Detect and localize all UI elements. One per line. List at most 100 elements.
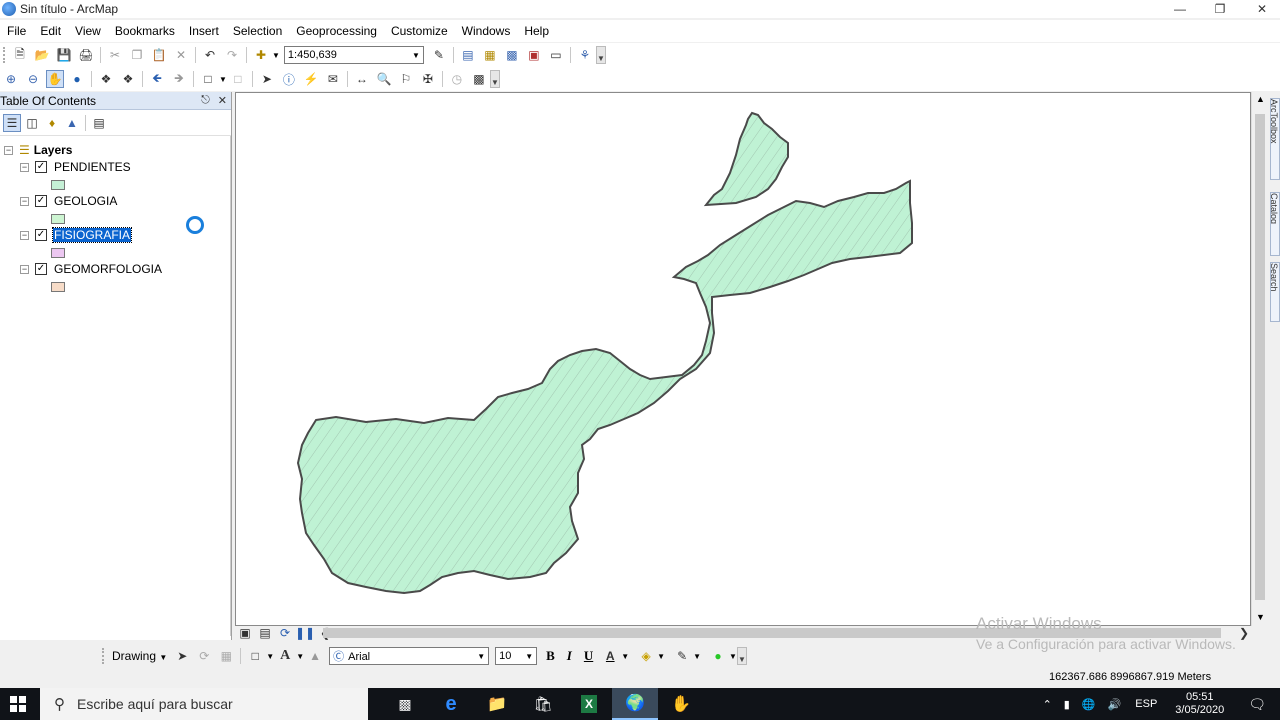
chevron-down-icon[interactable]: ▼	[477, 652, 485, 661]
collapse-icon[interactable]: −	[20, 264, 29, 274]
layer-item-fisiografia[interactable]: − ✓ FISIOGRAFIA	[20, 227, 133, 243]
fill-color-dropdown-icon[interactable]: ▼	[657, 652, 665, 661]
save-icon[interactable]: 💾	[55, 46, 73, 64]
full-extent-icon[interactable]: ●	[68, 70, 86, 88]
python-window-icon[interactable]: ▭	[547, 46, 565, 64]
go-to-xy-icon[interactable]: ✠	[419, 70, 437, 88]
layer-symbol-swatch[interactable]	[51, 282, 65, 292]
back-arrow-icon[interactable]: 🡸	[148, 70, 166, 88]
layer-item-geomorfologia[interactable]: − ✓ GEOMORFOLOGIA	[20, 261, 163, 277]
vertical-scroll-thumb[interactable]	[1255, 114, 1265, 600]
rotate-icon[interactable]: ⟳	[195, 647, 213, 665]
edit-vertices-icon[interactable]: ▲	[306, 647, 324, 665]
visibility-checkbox[interactable]: ✓	[35, 161, 47, 173]
add-data-icon[interactable]: ✚	[252, 46, 270, 64]
layer-symbol-swatch[interactable]	[51, 214, 65, 224]
add-data-dropdown-icon[interactable]: ▼	[272, 51, 280, 60]
visibility-checkbox[interactable]: ✓	[35, 195, 47, 207]
line-color-dropdown-icon[interactable]: ▼	[693, 652, 701, 661]
task-view-icon[interactable]: ▩	[382, 688, 428, 720]
layer-name-selected[interactable]: FISIOGRAFIA	[51, 227, 133, 243]
font-combo[interactable]: Ⓒ Arial ▼	[329, 647, 490, 665]
font-color-dropdown-icon[interactable]: ▼	[621, 652, 629, 661]
select-elements-icon[interactable]: ➤	[258, 70, 276, 88]
editor-toolbar-icon[interactable]: ✎	[430, 46, 448, 64]
marker-color-icon[interactable]: ●	[709, 647, 727, 665]
select-features-dropdown-icon[interactable]: ▼	[219, 75, 227, 84]
time-slider-icon[interactable]: ◷	[448, 70, 466, 88]
map-canvas[interactable]	[236, 93, 1250, 625]
list-by-visibility-icon[interactable]: ♦	[43, 114, 61, 132]
menu-windows[interactable]: Windows	[455, 24, 518, 38]
layer-symbol-swatch[interactable]	[51, 180, 65, 190]
maximize-button[interactable]: ❐	[1198, 0, 1242, 18]
select-features-icon[interactable]: □	[199, 70, 217, 88]
close-button[interactable]: ✕	[1240, 0, 1280, 18]
font-size-combo[interactable]: 10 ▼	[495, 647, 538, 665]
store-icon[interactable]: 🛍	[520, 688, 566, 720]
search-window-icon[interactable]: ▩	[503, 46, 521, 64]
layer-item-geologia[interactable]: − ✓ GEOLOGIA	[20, 193, 118, 209]
visibility-checkbox[interactable]: ✓	[35, 263, 47, 275]
layer-item-pendientes[interactable]: − ✓ PENDIENTES	[20, 159, 132, 175]
options-icon[interactable]: ▤	[90, 114, 108, 132]
rectangle-icon[interactable]: □	[246, 647, 264, 665]
menu-bookmarks[interactable]: Bookmarks	[108, 24, 182, 38]
arctoolbox-icon[interactable]: ▣	[525, 46, 543, 64]
menu-help[interactable]: Help	[517, 24, 556, 38]
font-color-icon[interactable]: A	[601, 647, 619, 665]
map-scale-combo[interactable]: 1:450,639 ▼	[283, 46, 424, 64]
close-icon[interactable]: ✕	[218, 94, 227, 107]
collapse-icon[interactable]: −	[20, 162, 29, 172]
toolbar-grip[interactable]	[102, 648, 105, 664]
collapse-icon[interactable]: −	[4, 145, 13, 155]
open-folder-icon[interactable]: 📂	[33, 46, 51, 64]
toolbar-grip[interactable]	[3, 47, 6, 63]
fixed-zoom-out-icon[interactable]: ❖	[119, 70, 137, 88]
zoom-to-selected-elements-icon[interactable]: ▦	[217, 647, 235, 665]
visibility-checkbox[interactable]: ✓	[35, 229, 47, 241]
pin-icon[interactable]: ⎋	[201, 94, 210, 107]
copy-icon[interactable]: ❐	[128, 46, 146, 64]
notifications-icon[interactable]: 🗨	[1248, 696, 1266, 713]
collapse-icon[interactable]: −	[20, 230, 29, 240]
catalog-window-icon[interactable]: ▦	[481, 46, 499, 64]
fill-color-icon[interactable]: ◈	[637, 647, 655, 665]
text-tool-icon[interactable]: A	[276, 647, 294, 665]
line-color-icon[interactable]: ✎	[673, 647, 691, 665]
list-by-drawing-order-icon[interactable]: ☰	[3, 113, 21, 132]
fixed-zoom-in-icon[interactable]: ❖	[97, 70, 115, 88]
map-display[interactable]	[235, 92, 1251, 626]
toolbar-overflow-button[interactable]: ▼	[489, 70, 500, 88]
hyperlink-icon[interactable]: ⚡	[302, 70, 320, 88]
file-explorer-icon[interactable]: 📁	[474, 688, 520, 720]
create-viewer-window-icon[interactable]: ▩	[470, 70, 488, 88]
excel-icon[interactable]: X	[566, 688, 612, 720]
layers-root[interactable]: − ☰ Layers	[4, 142, 72, 158]
scroll-up-icon[interactable]: ▲	[1256, 94, 1265, 104]
clear-selection-icon[interactable]: □	[229, 70, 247, 88]
rectangle-dropdown-icon[interactable]: ▼	[266, 652, 274, 661]
undo-icon[interactable]: ↶	[201, 46, 219, 64]
catalog-tab[interactable]: Catalog	[1270, 192, 1280, 256]
redo-icon[interactable]: ↷	[223, 46, 241, 64]
delete-icon[interactable]: ✕	[172, 46, 190, 64]
forward-arrow-icon[interactable]: 🡺	[170, 70, 188, 88]
arctoolbox-tab[interactable]: ArcToolbox	[1270, 98, 1280, 180]
layer-name[interactable]: PENDIENTES	[53, 160, 132, 174]
zoom-out-icon[interactable]: ⊖	[24, 70, 42, 88]
new-document-icon[interactable]: 🗎	[11, 46, 29, 64]
find-route-icon[interactable]: ⚐	[397, 70, 415, 88]
print-icon[interactable]: 🖨	[77, 46, 95, 64]
edge-browser-icon[interactable]: e	[428, 688, 474, 720]
model-builder-icon[interactable]: ⚘	[576, 46, 594, 64]
data-view-icon[interactable]: ▣	[236, 624, 254, 642]
toolbar-overflow-button[interactable]: ▼	[595, 46, 606, 64]
bold-button[interactable]: B	[546, 648, 555, 664]
menu-view[interactable]: View	[68, 24, 108, 38]
volume-icon[interactable]: 🔊	[1108, 698, 1122, 711]
italic-button[interactable]: I	[567, 648, 572, 664]
menu-edit[interactable]: Edit	[33, 24, 68, 38]
table-of-contents-icon[interactable]: ▤	[459, 46, 477, 64]
menu-geoprocessing[interactable]: Geoprocessing	[289, 24, 384, 38]
